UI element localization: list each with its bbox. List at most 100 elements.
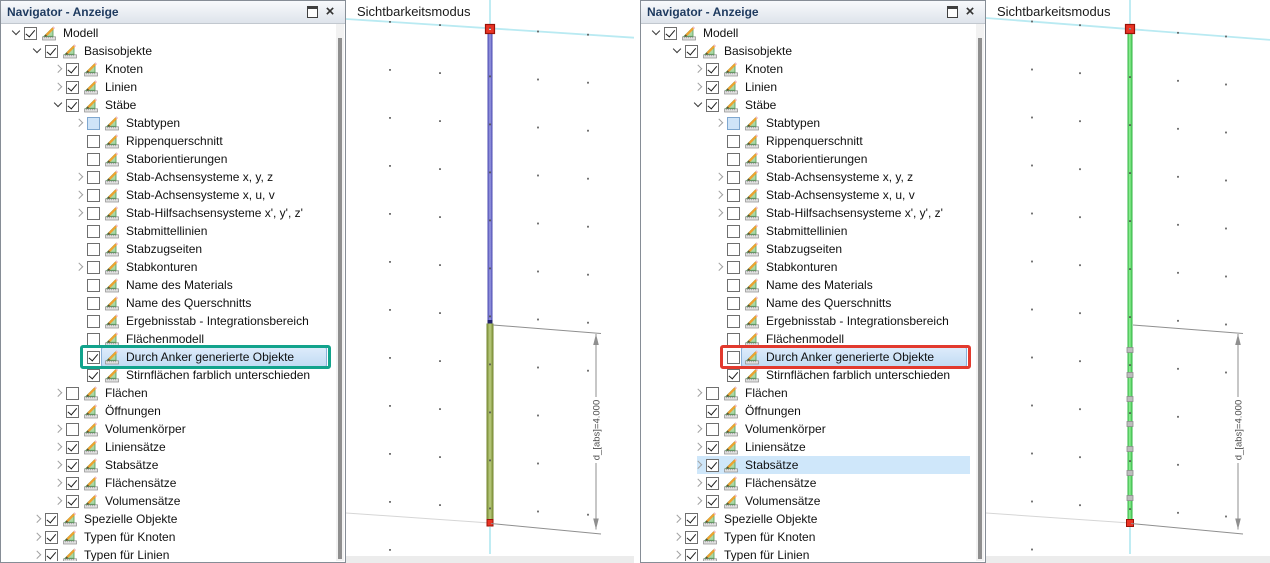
tree-item-modell[interactable]: Modell <box>2 24 336 42</box>
checkbox-unchecked[interactable] <box>87 152 100 166</box>
chevron-right-icon[interactable] <box>692 386 706 400</box>
chevron-right-icon[interactable] <box>692 440 706 454</box>
checkbox-unchecked[interactable] <box>727 242 740 256</box>
member-column[interactable] <box>1126 33 1134 527</box>
tree-item-name-des-querschnitts[interactable]: Name des Querschnitts <box>642 294 976 312</box>
chevron-right-icon[interactable] <box>713 260 727 274</box>
tree-item-rippenquerschnitt[interactable]: Rippenquerschnitt <box>2 132 336 150</box>
checkbox-unchecked[interactable] <box>87 332 100 346</box>
checkbox-unchecked[interactable] <box>727 350 740 364</box>
chevron-down-icon[interactable] <box>10 26 24 40</box>
tree-item-stabmittellinien[interactable]: Stabmittellinien <box>642 222 976 240</box>
chevron-right-icon[interactable] <box>692 494 706 508</box>
tree-item-basisobjekte[interactable]: Basisobjekte <box>2 42 336 60</box>
chevron-right-icon[interactable] <box>73 170 87 184</box>
checkbox-partial[interactable] <box>727 116 740 130</box>
checkbox-unchecked[interactable] <box>727 260 740 274</box>
tree-item-stirnflächen-farblich-unterschieden[interactable]: Stirnflächen farblich unterschieden <box>2 366 336 384</box>
checkbox-unchecked[interactable] <box>727 170 740 184</box>
tree-item-stabmittellinien[interactable]: Stabmittellinien <box>2 222 336 240</box>
checkbox-checked[interactable] <box>706 440 719 454</box>
tree-item-stab-achsensysteme-x-u-v[interactable]: Stab-Achsensysteme x, u, v <box>2 186 336 204</box>
tree-item-stab-hilfsachsensysteme-x-y-z[interactable]: Stab-Hilfsachsensysteme x', y', z' <box>2 204 336 222</box>
drawing-area[interactable]: d_[abs]=4.000 Sichtbarkeitsmodus <box>346 0 634 563</box>
checkbox-unchecked[interactable] <box>87 296 100 310</box>
tree-item-name-des-querschnitts[interactable]: Name des Querschnitts <box>2 294 336 312</box>
tree-item-volumenkörper[interactable]: Volumenkörper <box>2 420 336 438</box>
tree-item-öffnungen[interactable]: Öffnungen <box>642 402 976 420</box>
chevron-down-icon[interactable] <box>650 26 664 40</box>
scrollbar-thumb[interactable] <box>338 38 342 559</box>
chevron-right-icon[interactable] <box>692 80 706 94</box>
chevron-down-icon[interactable] <box>671 44 685 58</box>
chevron-right-icon[interactable] <box>73 188 87 202</box>
tree-item-spezielle-objekte[interactable]: Spezielle Objekte <box>642 510 976 528</box>
checkbox-checked[interactable] <box>24 26 37 40</box>
checkbox-checked[interactable] <box>66 80 79 94</box>
checkbox-checked[interactable] <box>706 98 719 112</box>
chevron-down-icon[interactable] <box>52 98 66 112</box>
checkbox-unchecked[interactable] <box>727 206 740 220</box>
tree-item-volumensätze[interactable]: Volumensätze <box>2 492 336 510</box>
checkbox-checked[interactable] <box>685 512 698 526</box>
close-icon[interactable]: × <box>321 3 339 21</box>
drawing-area[interactable]: d_[abs]=4.000 Sichtbarkeitsmodus <box>986 0 1270 563</box>
checkbox-checked[interactable] <box>45 548 58 561</box>
checkbox-unchecked[interactable] <box>727 296 740 310</box>
tree-item-name-des-materials[interactable]: Name des Materials <box>642 276 976 294</box>
checkbox-unchecked[interactable] <box>727 332 740 346</box>
tree-item-liniensätze[interactable]: Liniensätze <box>2 438 336 456</box>
chevron-right-icon[interactable] <box>692 62 706 76</box>
checkbox-checked[interactable] <box>685 548 698 561</box>
chevron-right-icon[interactable] <box>73 260 87 274</box>
tree-item-rippenquerschnitt[interactable]: Rippenquerschnitt <box>642 132 976 150</box>
checkbox-unchecked[interactable] <box>87 278 100 292</box>
checkbox-unchecked[interactable] <box>66 422 79 436</box>
checkbox-checked[interactable] <box>87 368 100 382</box>
chevron-right-icon[interactable] <box>52 476 66 490</box>
checkbox-unchecked[interactable] <box>87 242 100 256</box>
tree-item-stab-achsensysteme-x-y-z[interactable]: Stab-Achsensysteme x, y, z <box>2 168 336 186</box>
checkbox-unchecked[interactable] <box>87 134 100 148</box>
tree-scrollbar[interactable] <box>976 24 984 561</box>
checkbox-unchecked[interactable] <box>66 386 79 400</box>
checkbox-unchecked[interactable] <box>727 188 740 202</box>
checkbox-checked[interactable] <box>66 98 79 112</box>
tree-item-liniensätze[interactable]: Liniensätze <box>642 438 976 456</box>
tree-item-ergebnisstab-integrationsbereich[interactable]: Ergebnisstab - Integrationsbereich <box>2 312 336 330</box>
tree-item-stab-hilfsachsensysteme-x-y-z[interactable]: Stab-Hilfsachsensysteme x', y', z' <box>642 204 976 222</box>
tree-item-stabsätze[interactable]: Stabsätze <box>2 456 336 474</box>
tree-item-durch-anker-generierte-objekte[interactable]: Durch Anker generierte Objekte <box>642 345 976 369</box>
checkbox-checked[interactable] <box>685 44 698 58</box>
tree-item-flächensätze[interactable]: Flächensätze <box>2 474 336 492</box>
checkbox-unchecked[interactable] <box>727 314 740 328</box>
checkbox-unchecked[interactable] <box>706 422 719 436</box>
checkbox-checked[interactable] <box>664 26 677 40</box>
tree-item-stabtypen[interactable]: Stabtypen <box>642 114 976 132</box>
tree-item-typen-für-linien[interactable]: Typen für Linien <box>642 546 976 561</box>
tree-item-staborientierungen[interactable]: Staborientierungen <box>642 150 976 168</box>
chevron-right-icon[interactable] <box>52 386 66 400</box>
chevron-right-icon[interactable] <box>692 458 706 472</box>
chevron-right-icon[interactable] <box>52 422 66 436</box>
tree-item-stäbe[interactable]: Stäbe <box>642 96 976 114</box>
chevron-right-icon[interactable] <box>52 80 66 94</box>
checkbox-unchecked[interactable] <box>87 260 100 274</box>
chevron-right-icon[interactable] <box>671 512 685 526</box>
checkbox-unchecked[interactable] <box>727 278 740 292</box>
checkbox-checked[interactable] <box>706 62 719 76</box>
float-window-icon[interactable] <box>303 3 321 21</box>
chevron-right-icon[interactable] <box>671 530 685 544</box>
tree-item-flächen[interactable]: Flächen <box>2 384 336 402</box>
tree-item-stabsätze[interactable]: Stabsätze <box>642 456 976 474</box>
checkbox-checked[interactable] <box>45 530 58 544</box>
tree-item-stabkonturen[interactable]: Stabkonturen <box>2 258 336 276</box>
tree-item-knoten[interactable]: Knoten <box>642 60 976 78</box>
tree-item-stabtypen[interactable]: Stabtypen <box>2 114 336 132</box>
float-window-icon[interactable] <box>943 3 961 21</box>
tree-item-flächensätze[interactable]: Flächensätze <box>642 474 976 492</box>
chevron-right-icon[interactable] <box>52 440 66 454</box>
tree-item-typen-für-knoten[interactable]: Typen für Knoten <box>642 528 976 546</box>
chevron-right-icon[interactable] <box>692 476 706 490</box>
checkbox-unchecked[interactable] <box>706 386 719 400</box>
